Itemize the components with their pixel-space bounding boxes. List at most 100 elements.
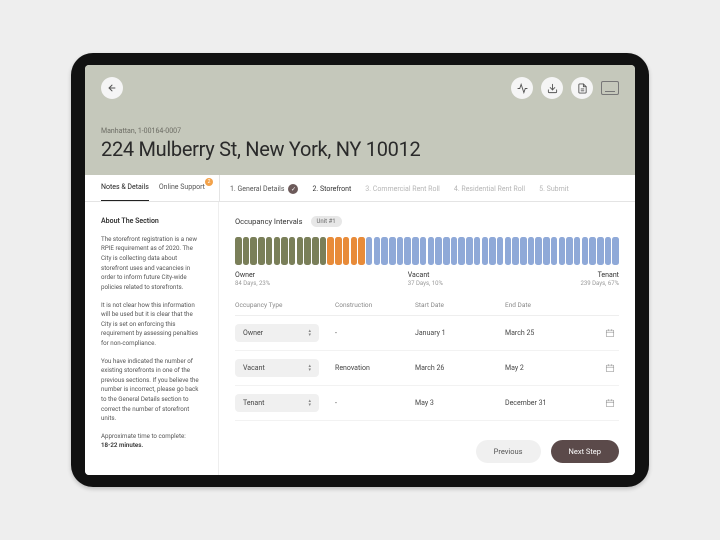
interval-bar-segment [243,237,250,265]
interval-legend: Owner 84 Days, 23% Vacant 37 Days, 10% T… [235,271,619,287]
interval-bar-segment [320,237,327,265]
table-row: Owner▴▾-January 1March 25 [235,316,619,351]
header-actions [511,77,619,99]
interval-bar-segment [420,237,427,265]
interval-bar-segment [528,237,535,265]
legend-owner-sub: 84 Days, 23% [235,280,270,287]
header-area: Manhattan, 1-00164-0007 224 Mulberry St,… [85,65,635,175]
arrow-left-icon [107,83,117,93]
interval-bar-segment [482,237,489,265]
interval-bar-segment [559,237,566,265]
table-row: Vacant▴▾RenovationMarch 26May 2 [235,351,619,386]
support-badge: 2 [205,178,213,186]
interval-bar-segment [343,237,350,265]
interval-bar-segment [281,237,288,265]
interval-bar-segment [551,237,558,265]
interval-bar-segment [574,237,581,265]
footer-actions: Previous Next Step [235,428,619,463]
calendar-icon[interactable] [605,328,615,338]
interval-bar-segment [489,237,496,265]
document-icon [577,83,588,94]
table-header: Occupancy Type Construction Start Date E… [235,301,619,316]
interval-bar-segment [505,237,512,265]
construction-cell: - [335,329,415,337]
left-tabs: Notes & Details Online Support 2 [85,175,219,201]
next-step-button[interactable]: Next Step [551,440,619,463]
legend-tenant: Tenant 239 Days, 67% [580,271,619,287]
occupancy-type-select[interactable]: Tenant▴▾ [235,394,319,412]
legend-owner-name: Owner [235,271,270,279]
side-p4-label: Approximate time to complete: [101,432,186,440]
legend-vacant-sub: 37 Days, 10% [408,280,443,287]
address-title: 224 Mulberry St, New York, NY 10012 [101,137,619,161]
legend-tenant-sub: 239 Days, 67% [580,280,619,287]
interval-bar-segment [582,237,589,265]
unit-pill[interactable]: Unit #1 [311,216,342,227]
interval-bar-segment [304,237,311,265]
interval-bar-segment [566,237,573,265]
interval-bar-segment [520,237,527,265]
side-p3: You have indicated the number of existin… [101,357,204,424]
interval-bar-segment [428,237,435,265]
fullscreen-button[interactable] [601,81,619,95]
document-button[interactable] [571,77,593,99]
activity-button[interactable] [511,77,533,99]
screen: Manhattan, 1-00164-0007 224 Mulberry St,… [85,65,635,475]
download-button[interactable] [541,77,563,99]
download-icon [547,83,558,94]
interval-bar-segment [512,237,519,265]
top-bar [101,77,619,99]
occupancy-header: Occupancy Intervals Unit #1 [235,216,619,227]
step-submit[interactable]: 5. Submit [539,185,569,193]
previous-button[interactable]: Previous [476,440,541,463]
legend-tenant-name: Tenant [580,271,619,279]
calendar-icon[interactable] [605,363,615,373]
stepper-icon: ▴▾ [308,329,311,337]
interval-bar-segment [312,237,319,265]
start-date-cell: May 3 [415,399,505,407]
tab-notes-details[interactable]: Notes & Details [101,183,149,195]
legend-vacant: Vacant 37 Days, 10% [408,271,443,287]
occupancy-type-select[interactable]: Owner▴▾ [235,324,319,342]
parcel-id: Manhattan, 1-00164-0007 [101,127,619,135]
tab-online-support-label: Online Support [159,183,205,191]
step-storefront[interactable]: 2. Storefront [312,185,351,193]
interval-bar-segment [466,237,473,265]
stepper-icon: ▴▾ [308,399,311,407]
activity-icon [517,83,528,94]
interval-bar-segment [612,237,619,265]
legend-vacant-name: Vacant [408,271,443,279]
interval-bar-segment [412,237,419,265]
interval-bar-segment [435,237,442,265]
tablet-frame: Manhattan, 1-00164-0007 224 Mulberry St,… [71,53,649,487]
interval-bar-segment [543,237,550,265]
interval-bar-segment [535,237,542,265]
interval-bar-segment [274,237,281,265]
step-general-details[interactable]: 1. General Details ✓ [230,184,298,194]
interval-bar-segment [266,237,273,265]
interval-bar-segment [358,237,365,265]
back-button[interactable] [101,77,123,99]
end-date-value: December 31 [505,399,546,407]
start-date-cell: March 26 [415,364,505,372]
interval-bar-segment [597,237,604,265]
interval-bar-segment [605,237,612,265]
occupancy-intervals-title: Occupancy Intervals [235,217,303,226]
interval-bar-segment [497,237,504,265]
interval-bar-segment [297,237,304,265]
construction-cell: Renovation [335,364,415,372]
calendar-icon[interactable] [605,398,615,408]
check-icon: ✓ [288,184,298,194]
interval-bar-segment [589,237,596,265]
interval-bar-segment [397,237,404,265]
col-start-date: Start Date [415,301,505,309]
occupancy-type-select[interactable]: Vacant▴▾ [235,359,319,377]
main-panel: Occupancy Intervals Unit #1 Owner 84 Day… [219,202,635,475]
stepper-icon: ▴▾ [308,364,311,372]
step-residential-rent-roll[interactable]: 4. Residential Rent Roll [454,185,525,193]
interval-bar-segment [474,237,481,265]
step-commercial-rent-roll[interactable]: 3. Commercial Rent Roll [365,185,440,193]
tabs-row: Notes & Details Online Support 2 1. Gene… [85,175,635,202]
tab-online-support[interactable]: Online Support 2 [159,183,205,195]
body: About The Section The storefront registr… [85,202,635,475]
